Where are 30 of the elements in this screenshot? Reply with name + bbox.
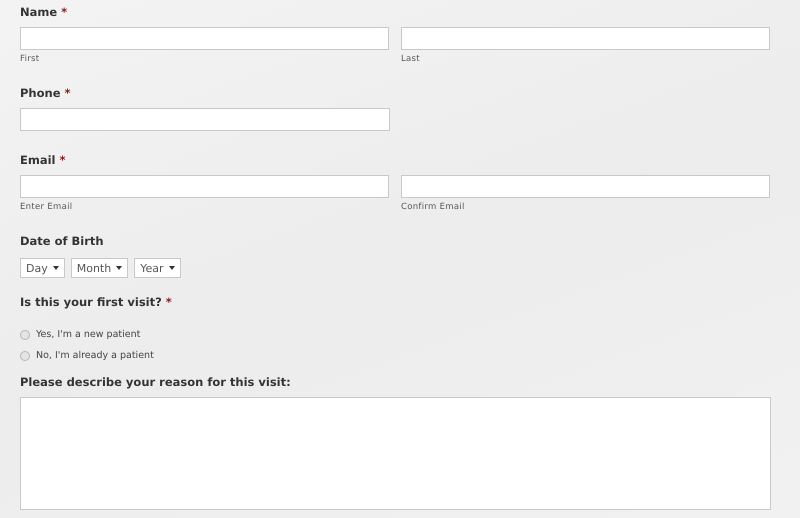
caret-icon bbox=[116, 266, 122, 270]
caret-icon bbox=[168, 266, 175, 270]
required-mark: * bbox=[166, 294, 172, 310]
dropdown[interactable]: Month bbox=[70, 258, 128, 278]
required-mark: * bbox=[64, 85, 71, 101]
field-label: Phone bbox=[20, 85, 61, 101]
field-label: Date of Birth bbox=[20, 233, 104, 249]
text-area[interactable] bbox=[20, 397, 771, 510]
radio-button[interactable] bbox=[20, 330, 30, 340]
field-sublabel: First bbox=[20, 54, 40, 64]
caret-icon bbox=[52, 266, 59, 270]
required-mark: * bbox=[61, 4, 68, 20]
dropdown[interactable]: Year bbox=[134, 258, 181, 278]
dropdown[interactable]: Day bbox=[20, 258, 65, 278]
text-field[interactable] bbox=[20, 108, 390, 131]
radio-button[interactable] bbox=[20, 350, 30, 360]
field-label: Email bbox=[20, 152, 56, 168]
field-sublabel: Enter Email bbox=[20, 202, 72, 212]
radio-label[interactable]: No, I'm already a patient bbox=[36, 350, 154, 361]
required-mark: * bbox=[59, 152, 66, 168]
text-field[interactable] bbox=[20, 27, 389, 50]
field-label: Please describe your reason for this visit: bbox=[20, 374, 291, 390]
field-label: Is this your first visit? bbox=[20, 294, 162, 310]
radio-label[interactable]: Yes, I'm a new patient bbox=[36, 329, 140, 340]
field-sublabel: Last bbox=[401, 54, 420, 64]
text-field[interactable] bbox=[20, 175, 389, 198]
text-field[interactable] bbox=[401, 27, 770, 50]
field-sublabel: Confirm Email bbox=[401, 202, 465, 212]
field-label: Name bbox=[20, 4, 58, 20]
text-field[interactable] bbox=[401, 175, 770, 198]
